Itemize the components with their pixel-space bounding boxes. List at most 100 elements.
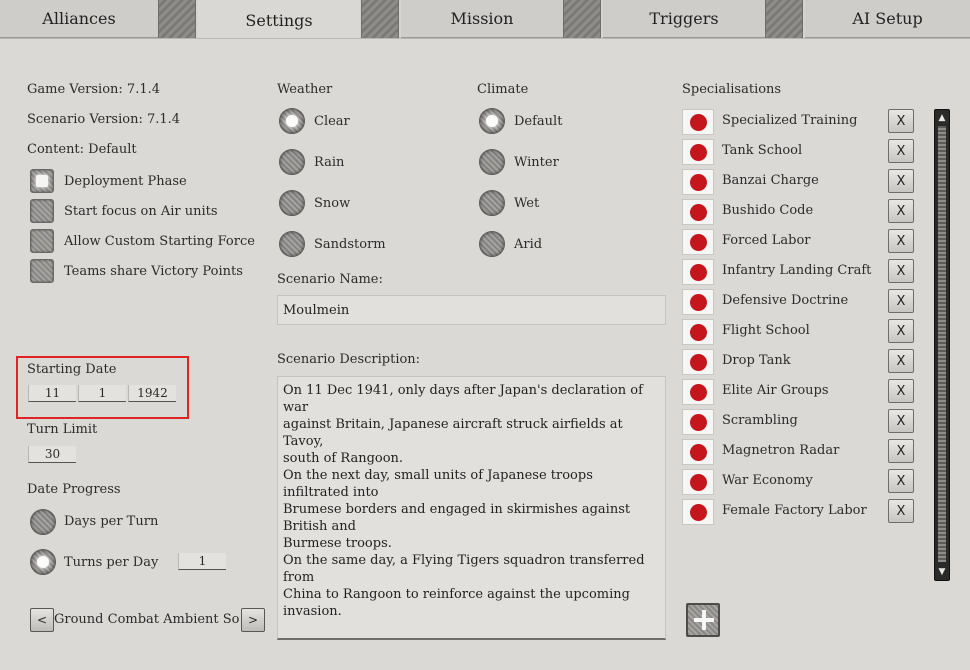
remove-specialisation-button[interactable]: X: [888, 499, 914, 523]
remove-specialisation-button[interactable]: X: [888, 259, 914, 283]
shared-vp-checkbox[interactable]: [30, 259, 54, 283]
climate-winter-label: Winter: [514, 155, 559, 170]
specialisation-row: Flight School X: [682, 319, 918, 345]
flag-icon: [682, 259, 714, 285]
scroll-down-icon[interactable]: ▼: [936, 566, 948, 578]
add-specialisation-button[interactable]: [686, 603, 720, 637]
specialisation-label: Flight School: [722, 323, 810, 338]
specialisation-row: Infantry Landing Craft X: [682, 259, 918, 285]
flag-icon: [682, 199, 714, 225]
tab-ai-setup[interactable]: AI Setup: [805, 0, 970, 38]
remove-specialisation-button[interactable]: X: [888, 379, 914, 403]
climate-default-radio[interactable]: [479, 108, 505, 134]
air-focus-label: Start focus on Air units: [64, 204, 218, 219]
custom-force-label: Allow Custom Starting Force: [64, 234, 255, 249]
air-focus-checkbox[interactable]: [30, 199, 54, 223]
flag-icon: [682, 349, 714, 375]
turns-per-day-input[interactable]: 1: [178, 553, 226, 570]
specialisation-label: Defensive Doctrine: [722, 293, 849, 308]
flag-icon: [682, 379, 714, 405]
remove-specialisation-button[interactable]: X: [888, 139, 914, 163]
remove-specialisation-button[interactable]: X: [888, 409, 914, 433]
description-line: Burmese troops.: [283, 536, 392, 551]
flag-icon: [682, 499, 714, 525]
weather-label: Weather: [277, 82, 333, 97]
specialisation-row: Scrambling X: [682, 409, 918, 435]
specialisation-row: Defensive Doctrine X: [682, 289, 918, 315]
description-line: against Britain, Japanese aircraft struc…: [283, 417, 623, 449]
tab-triggers[interactable]: Triggers: [603, 0, 765, 38]
weather-sandstorm-radio[interactable]: [279, 231, 305, 257]
scroll-track[interactable]: [938, 126, 946, 562]
tab-alliances[interactable]: Alliances: [0, 0, 158, 38]
tab-divider: [765, 0, 803, 38]
description-line: China to Rangoon to reinforce against th…: [283, 587, 630, 619]
climate-arid-radio[interactable]: [479, 231, 505, 257]
weather-rain-label: Rain: [314, 155, 345, 170]
turn-limit-label: Turn Limit: [27, 422, 98, 437]
settings-panel: Game Version: 7.1.4 Scenario Version: 7.…: [0, 38, 970, 670]
weather-clear-radio[interactable]: [279, 108, 305, 134]
starting-date-highlight: [16, 356, 189, 419]
remove-specialisation-button[interactable]: X: [888, 289, 914, 313]
climate-wet-radio[interactable]: [479, 190, 505, 216]
remove-specialisation-button[interactable]: X: [888, 199, 914, 223]
specialisation-row: Drop Tank X: [682, 349, 918, 375]
tab-divider: [563, 0, 601, 38]
sound-prev-button[interactable]: <: [30, 608, 54, 632]
weather-rain-radio[interactable]: [279, 149, 305, 175]
custom-force-checkbox[interactable]: [30, 229, 54, 253]
days-per-turn-radio[interactable]: [30, 509, 56, 535]
specialisation-label: Bushido Code: [722, 203, 814, 218]
flag-icon: [682, 289, 714, 315]
specialisation-label: Elite Air Groups: [722, 383, 829, 398]
remove-specialisation-button[interactable]: X: [888, 349, 914, 373]
climate-winter-radio[interactable]: [479, 149, 505, 175]
climate-arid-label: Arid: [514, 237, 543, 252]
weather-sandstorm-label: Sandstorm: [314, 237, 386, 252]
scroll-up-icon[interactable]: ▲: [936, 112, 948, 124]
description-line: On the next day, small units of Japanese…: [283, 468, 593, 500]
specialisation-row: Elite Air Groups X: [682, 379, 918, 405]
tab-divider: [361, 0, 399, 38]
flag-icon: [682, 229, 714, 255]
remove-specialisation-button[interactable]: X: [888, 319, 914, 343]
turns-per-day-radio[interactable]: [30, 549, 56, 575]
scenario-description-textarea[interactable]: On 11 Dec 1941, only days after Japan's …: [277, 376, 666, 640]
remove-specialisation-button[interactable]: X: [888, 469, 914, 493]
scenario-description-label: Scenario Description:: [277, 352, 421, 367]
flag-icon: [682, 319, 714, 345]
description-line: south of Rangoon.: [283, 451, 404, 466]
days-per-turn-label: Days per Turn: [64, 514, 159, 529]
turn-limit-input[interactable]: 30: [28, 446, 76, 463]
specialisations-label: Specialisations: [682, 82, 782, 97]
flag-icon: [682, 139, 714, 165]
remove-specialisation-button[interactable]: X: [888, 229, 914, 253]
specialisation-label: Magnetron Radar: [722, 443, 840, 458]
tab-mission[interactable]: Mission: [401, 0, 563, 38]
deployment-phase-checkbox[interactable]: [30, 169, 54, 193]
specialisation-label: Banzai Charge: [722, 173, 819, 188]
specialisation-row: Specialized Training X: [682, 109, 918, 135]
flag-icon: [682, 109, 714, 135]
tab-settings[interactable]: Settings: [198, 0, 360, 40]
flag-icon: [682, 439, 714, 465]
date-progress-label: Date Progress: [27, 482, 121, 497]
sound-next-button[interactable]: >: [241, 608, 265, 632]
tab-bar: Alliances Settings Mission Triggers AI S…: [0, 0, 970, 40]
climate-wet-label: Wet: [514, 196, 540, 211]
specialisation-row: Magnetron Radar X: [682, 439, 918, 465]
description-line: On the same day, a Flying Tigers squadro…: [283, 553, 645, 585]
remove-specialisation-button[interactable]: X: [888, 439, 914, 463]
specialisation-row: Bushido Code X: [682, 199, 918, 225]
weather-snow-radio[interactable]: [279, 190, 305, 216]
flag-icon: [682, 169, 714, 195]
scenario-name-input[interactable]: Moulmein: [277, 295, 666, 325]
specialisation-label: Drop Tank: [722, 353, 791, 368]
specialisations-scrollbar[interactable]: ▲ ▼: [934, 109, 950, 581]
scenario-name-label: Scenario Name:: [277, 272, 383, 287]
specialisation-label: Female Factory Labor: [722, 503, 867, 518]
remove-specialisation-button[interactable]: X: [888, 169, 914, 193]
scenario-editor: Alliances Settings Mission Triggers AI S…: [0, 0, 970, 670]
remove-specialisation-button[interactable]: X: [888, 109, 914, 133]
